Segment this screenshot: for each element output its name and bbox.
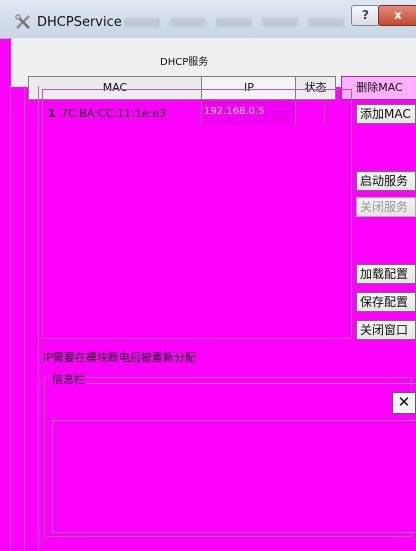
- title-bar: DHCPService ? x: [0, 0, 416, 39]
- save-config-button[interactable]: 保存配置: [356, 292, 416, 312]
- add-mac-button[interactable]: 添加MAC: [356, 104, 416, 124]
- column-header-delete[interactable]: 删除MAC: [341, 76, 416, 100]
- frame-line-left: [10, 86, 11, 551]
- cell-divider: [324, 101, 325, 125]
- title-blur: [124, 18, 344, 27]
- window-title: DHCPService: [37, 15, 122, 30]
- tools-icon: [15, 14, 30, 29]
- row-number: 1: [48, 107, 56, 120]
- cell-divider: [201, 101, 202, 125]
- load-config-button[interactable]: 加载配置: [356, 264, 416, 284]
- start-service-button[interactable]: 启动服务: [356, 171, 416, 191]
- info-title: 信息栏: [51, 371, 86, 387]
- stop-service-button[interactable]: 关闭服务: [356, 197, 416, 217]
- section-title: DHCP服务: [160, 57, 209, 68]
- mac-cell[interactable]: 7C:BA:CC:11:1e:e3: [61, 107, 166, 120]
- ip-note: IP需要在模块断电后被重新分配: [43, 351, 196, 364]
- close-icon[interactable]: ✕: [392, 392, 416, 414]
- help-button[interactable]: ?: [351, 5, 380, 26]
- frame-line-table: [38, 86, 39, 551]
- frame-line-inner: [24, 86, 25, 551]
- ip-cell[interactable]: 192.168.0.5: [202, 101, 295, 125]
- cell-divider: [295, 101, 296, 125]
- mac-table: [42, 89, 352, 339]
- window-close-button[interactable]: x: [378, 5, 416, 26]
- info-text-area[interactable]: [52, 420, 416, 533]
- close-window-button[interactable]: 关闭窗口: [356, 320, 416, 340]
